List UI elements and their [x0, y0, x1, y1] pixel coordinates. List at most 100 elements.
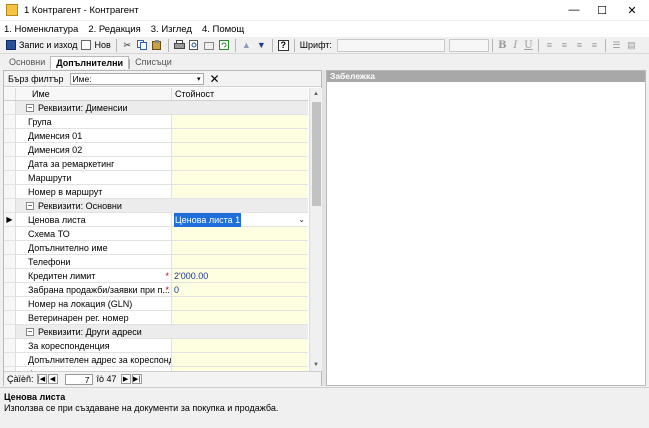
menu-nomenclature[interactable]: 1. Номенклатура [4, 24, 78, 35]
justify-icon[interactable]: ≡ [589, 40, 600, 51]
property-label: Маршрути [28, 173, 72, 183]
row-indicator [4, 129, 16, 142]
scroll-up-icon[interactable]: ▲ [310, 88, 322, 100]
chevron-down-icon[interactable]: ⌄ [298, 213, 305, 227]
property-value[interactable] [172, 129, 308, 142]
row-gutter [16, 269, 24, 282]
table-row[interactable]: Дата за ремаркетинг [4, 157, 308, 171]
cut-icon[interactable]: ✂ [122, 40, 133, 51]
next-record-button[interactable]: ▶ [120, 374, 131, 384]
scroll-down-icon[interactable]: ▼ [310, 359, 322, 371]
table-row[interactable]: ▶ Ценова листа Ценова листа 1 ⌄ [4, 212, 308, 227]
current-record-input[interactable]: 7 [64, 373, 93, 385]
color-icon[interactable]: ▤ [626, 40, 637, 51]
new-button[interactable]: Нов [79, 38, 112, 53]
last-record-button[interactable]: ▶| [131, 374, 142, 384]
property-value[interactable] [172, 171, 308, 184]
group-row[interactable]: − Реквизити: Други адреси [4, 325, 308, 339]
chevron-down-icon: ▾ [196, 75, 201, 83]
table-row[interactable]: Забрана продажби/заявки при п... * 0 [4, 283, 308, 297]
table-row[interactable]: Телефони [4, 255, 308, 269]
tab-main[interactable]: Основни [4, 56, 50, 69]
underline-button[interactable]: U [522, 40, 535, 51]
table-row[interactable]: Схема ТО [4, 227, 308, 241]
collapse-icon[interactable]: − [26, 327, 34, 336]
save-icon [6, 40, 16, 50]
property-value[interactable] [172, 157, 308, 170]
property-value[interactable]: 2'000.00 [172, 269, 308, 282]
prev-record-button[interactable]: ◀ [47, 374, 58, 384]
property-label: Забрана продажби/заявки при п... [28, 285, 170, 295]
group-row[interactable]: − Реквизити: Дименсии [4, 101, 308, 115]
property-value[interactable] [172, 339, 308, 352]
vertical-scrollbar[interactable]: ▲ ▼ [309, 88, 322, 371]
property-value[interactable] [172, 185, 308, 198]
move-up-icon[interactable]: ▲ [241, 40, 252, 51]
property-label: Номер в маршрут [28, 187, 103, 197]
property-value[interactable] [172, 227, 308, 240]
property-value[interactable] [172, 353, 308, 366]
property-value[interactable]: 0 [172, 283, 308, 296]
menu-view[interactable]: 3. Изглед [151, 24, 192, 35]
align-center-icon[interactable]: ≡ [559, 40, 570, 51]
minimize-button[interactable]: — [559, 0, 589, 20]
move-down-icon[interactable]: ▼ [256, 40, 267, 51]
font-family-select[interactable] [336, 38, 445, 52]
italic-button[interactable]: I [509, 40, 522, 51]
table-row[interactable]: Допълнително име [4, 241, 308, 255]
property-value[interactable] [172, 143, 308, 156]
clear-filter-icon[interactable]: ✕ [210, 73, 220, 85]
align-right-icon[interactable]: ≡ [574, 40, 585, 51]
collapse-icon[interactable]: − [26, 103, 34, 112]
bold-button[interactable]: B [496, 40, 509, 51]
tab-additional[interactable]: Допълнителни [50, 56, 130, 69]
table-row[interactable]: Номер в маршрут [4, 185, 308, 199]
maximize-button[interactable]: ☐ [587, 0, 617, 20]
table-row[interactable]: За кореспонденция [4, 339, 308, 353]
menu-help[interactable]: 4. Помощ [202, 24, 244, 35]
help-icon[interactable]: ? [277, 39, 289, 51]
column-header-name[interactable]: Име [16, 88, 172, 100]
property-label: Схема ТО [28, 229, 70, 239]
align-left-icon[interactable]: ≡ [544, 40, 555, 51]
property-name: Дименсия 02 [24, 143, 172, 156]
close-button[interactable]: ✕ [617, 0, 647, 20]
print-icon[interactable] [173, 40, 185, 51]
row-gutter [16, 325, 24, 338]
bullet-list-icon[interactable]: ☰ [611, 40, 622, 51]
table-row[interactable]: Кредитен лимит * 2'000.00 [4, 269, 308, 283]
menu-edit[interactable]: 2. Редакция [88, 24, 140, 35]
table-row[interactable]: Ветеринарен рег. номер [4, 311, 308, 325]
table-row[interactable]: Дименсия 02 [4, 143, 308, 157]
collapse-icon[interactable]: − [26, 201, 34, 210]
property-label: Група [28, 117, 52, 127]
filter-field-select[interactable]: Име: ▾ [69, 72, 204, 85]
column-header-value[interactable]: Стойност [172, 88, 308, 100]
property-value[interactable]: Ценова листа 1 ⌄ [172, 212, 308, 227]
preview-icon[interactable] [189, 40, 200, 51]
property-name: Ветеринарен рег. номер [24, 311, 172, 324]
first-record-button[interactable]: |◀ [36, 374, 47, 384]
font-label: Шрифт: [299, 40, 332, 50]
property-value[interactable] [172, 311, 308, 324]
property-value[interactable] [172, 241, 308, 254]
refresh-icon[interactable] [219, 40, 230, 51]
table-row[interactable]: Допълнителен адрес за кореспонден... [4, 353, 308, 367]
copy-icon[interactable] [137, 40, 148, 51]
save-and-exit-button[interactable]: Запис и изход [4, 38, 79, 53]
scroll-thumb[interactable] [312, 102, 321, 206]
tab-lists[interactable]: Списъци [130, 56, 177, 69]
property-value[interactable] [172, 255, 308, 268]
required-marker: * [165, 271, 169, 281]
table-row[interactable]: Маршрути [4, 171, 308, 185]
table-row[interactable]: Група [4, 115, 308, 129]
paste-icon[interactable] [152, 40, 163, 51]
group-row[interactable]: − Реквизити: Основни [4, 199, 308, 213]
attach-icon[interactable] [204, 40, 215, 51]
table-row[interactable]: Номер на локация (GLN) [4, 297, 308, 311]
font-size-select[interactable] [448, 38, 489, 52]
table-row[interactable]: Дименсия 01 [4, 129, 308, 143]
property-value[interactable] [172, 297, 308, 310]
property-value[interactable] [172, 115, 308, 128]
notes-editor[interactable] [327, 82, 645, 385]
